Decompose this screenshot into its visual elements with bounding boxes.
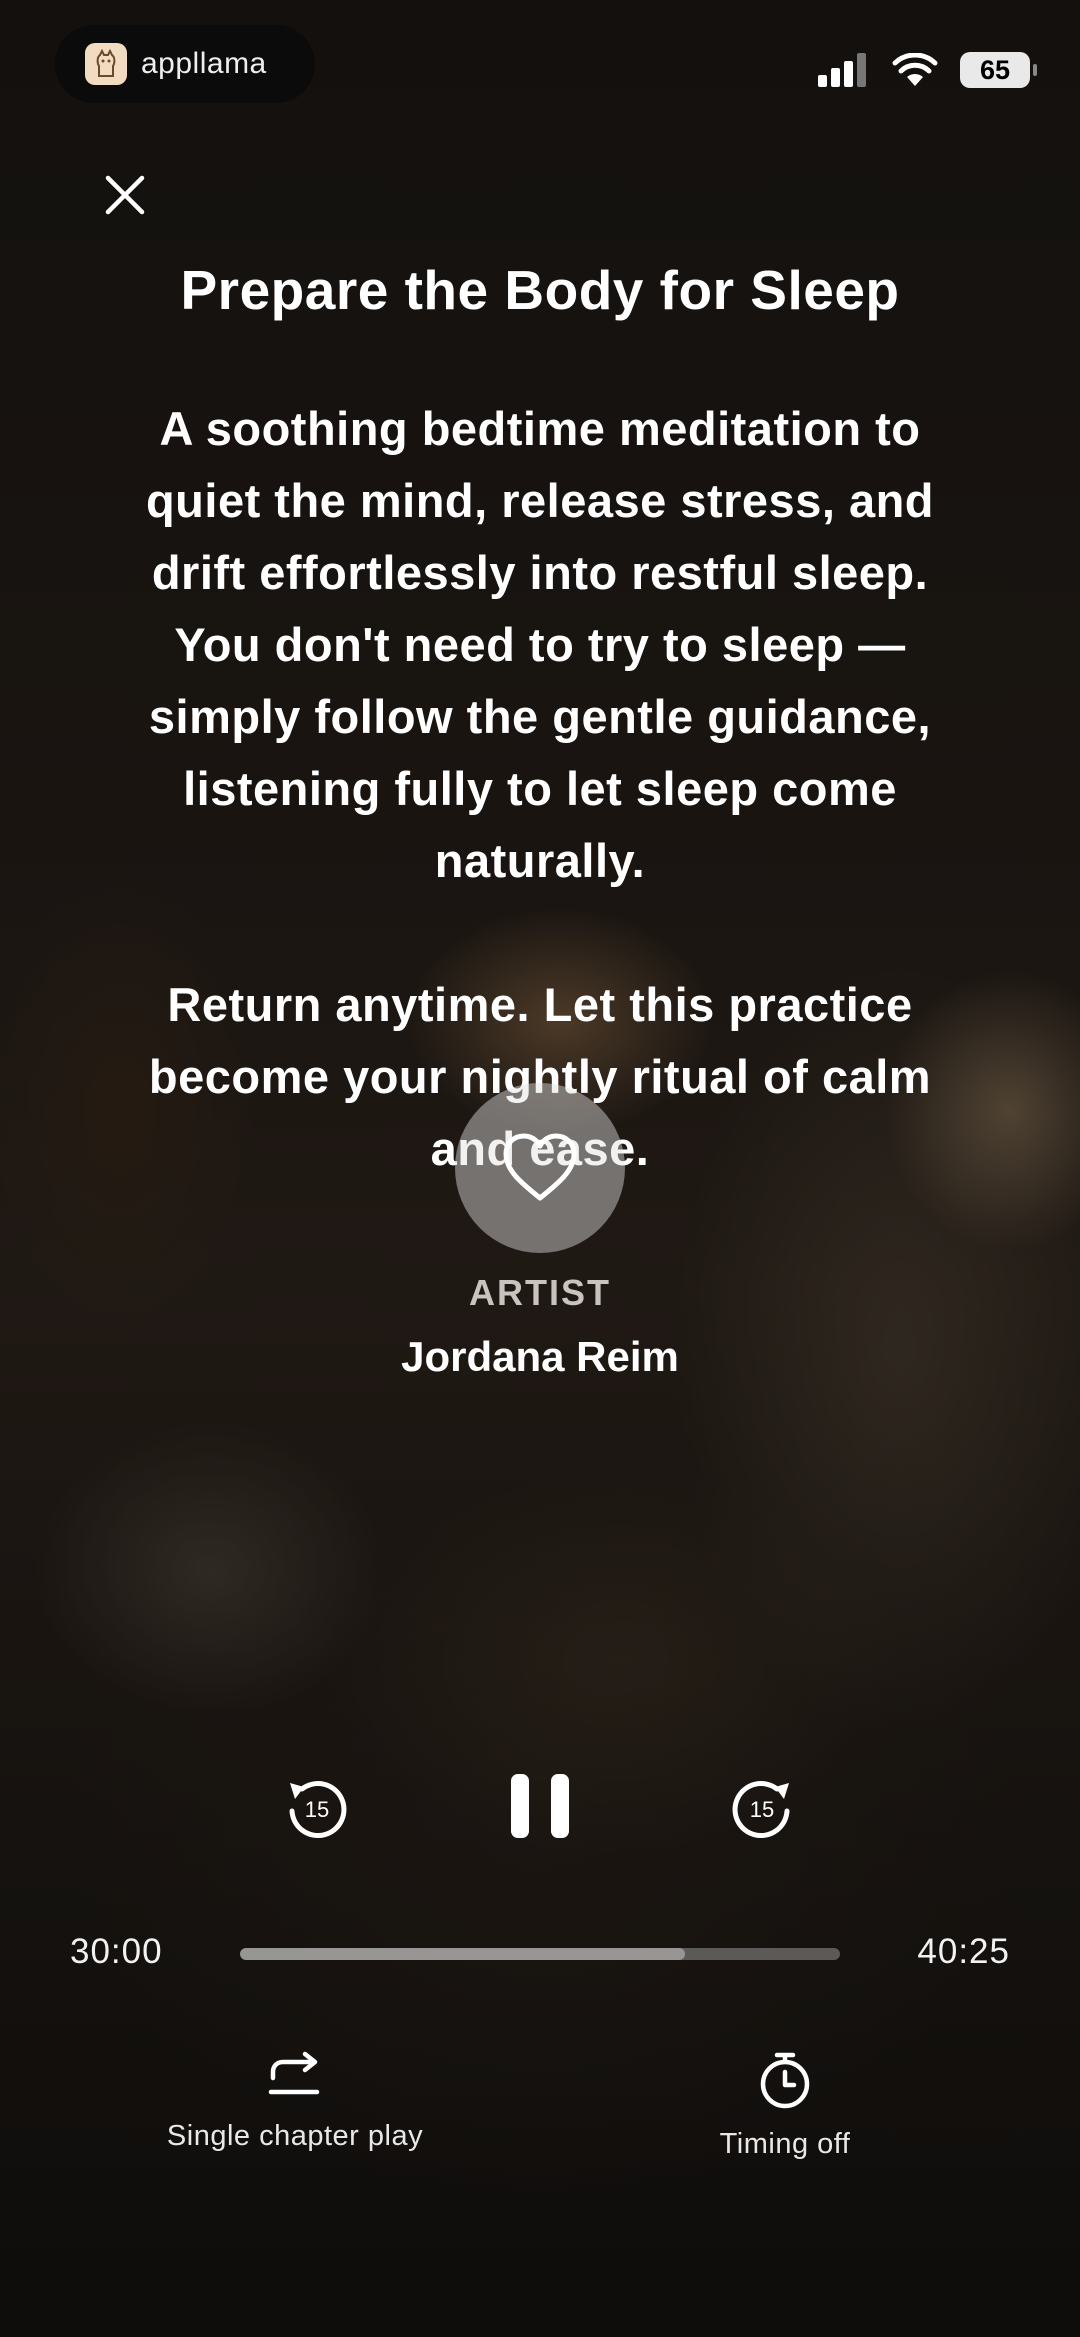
app-logo-icon bbox=[85, 43, 127, 85]
signal-icon bbox=[818, 53, 866, 87]
skip-back-seconds: 15 bbox=[305, 1797, 329, 1822]
close-button[interactable] bbox=[98, 168, 152, 222]
repeat-mode-button[interactable]: Single chapter play bbox=[125, 2050, 465, 2153]
total-time: 40:25 bbox=[917, 1932, 1010, 1971]
sleep-timer-button[interactable]: Timing off bbox=[615, 2050, 955, 2161]
battery-icon: 65 bbox=[960, 52, 1037, 88]
app-name: appllama bbox=[141, 47, 267, 80]
progress-bar[interactable] bbox=[240, 1948, 840, 1960]
artist-label: ARTIST bbox=[469, 1272, 611, 1313]
track-description: A soothing bedtime meditation to quiet t… bbox=[145, 402, 935, 1175]
pause-icon bbox=[511, 1774, 569, 1838]
status-icons: 65 bbox=[818, 52, 1037, 88]
skip-forward-button[interactable]: 15 bbox=[725, 1775, 799, 1841]
skip-back-button[interactable]: 15 bbox=[280, 1775, 354, 1841]
track-title: Prepare the Body for Sleep bbox=[180, 259, 900, 321]
skip-forward-15-icon: 15 bbox=[732, 1781, 790, 1838]
skip-back-15-icon: 15 bbox=[289, 1781, 347, 1838]
repeat-mode-label: Single chapter play bbox=[166, 2120, 424, 2152]
wifi-icon bbox=[892, 53, 938, 86]
app-indicator: appllama bbox=[55, 25, 315, 103]
sleep-timer-label: Timing off bbox=[719, 2128, 851, 2160]
progress-fill bbox=[240, 1948, 686, 1960]
battery-level: 65 bbox=[979, 54, 1011, 85]
current-time: 30:00 bbox=[70, 1932, 163, 1971]
skip-forward-seconds: 15 bbox=[750, 1797, 774, 1822]
heart-icon bbox=[503, 1133, 577, 1201]
artist-name: Jordana Reim bbox=[401, 1333, 679, 1380]
repeat-icon bbox=[268, 2051, 320, 2095]
pause-button[interactable] bbox=[505, 1770, 575, 1842]
favorite-button[interactable] bbox=[455, 1083, 625, 1253]
timer-icon bbox=[760, 2052, 810, 2109]
close-icon bbox=[105, 175, 145, 215]
